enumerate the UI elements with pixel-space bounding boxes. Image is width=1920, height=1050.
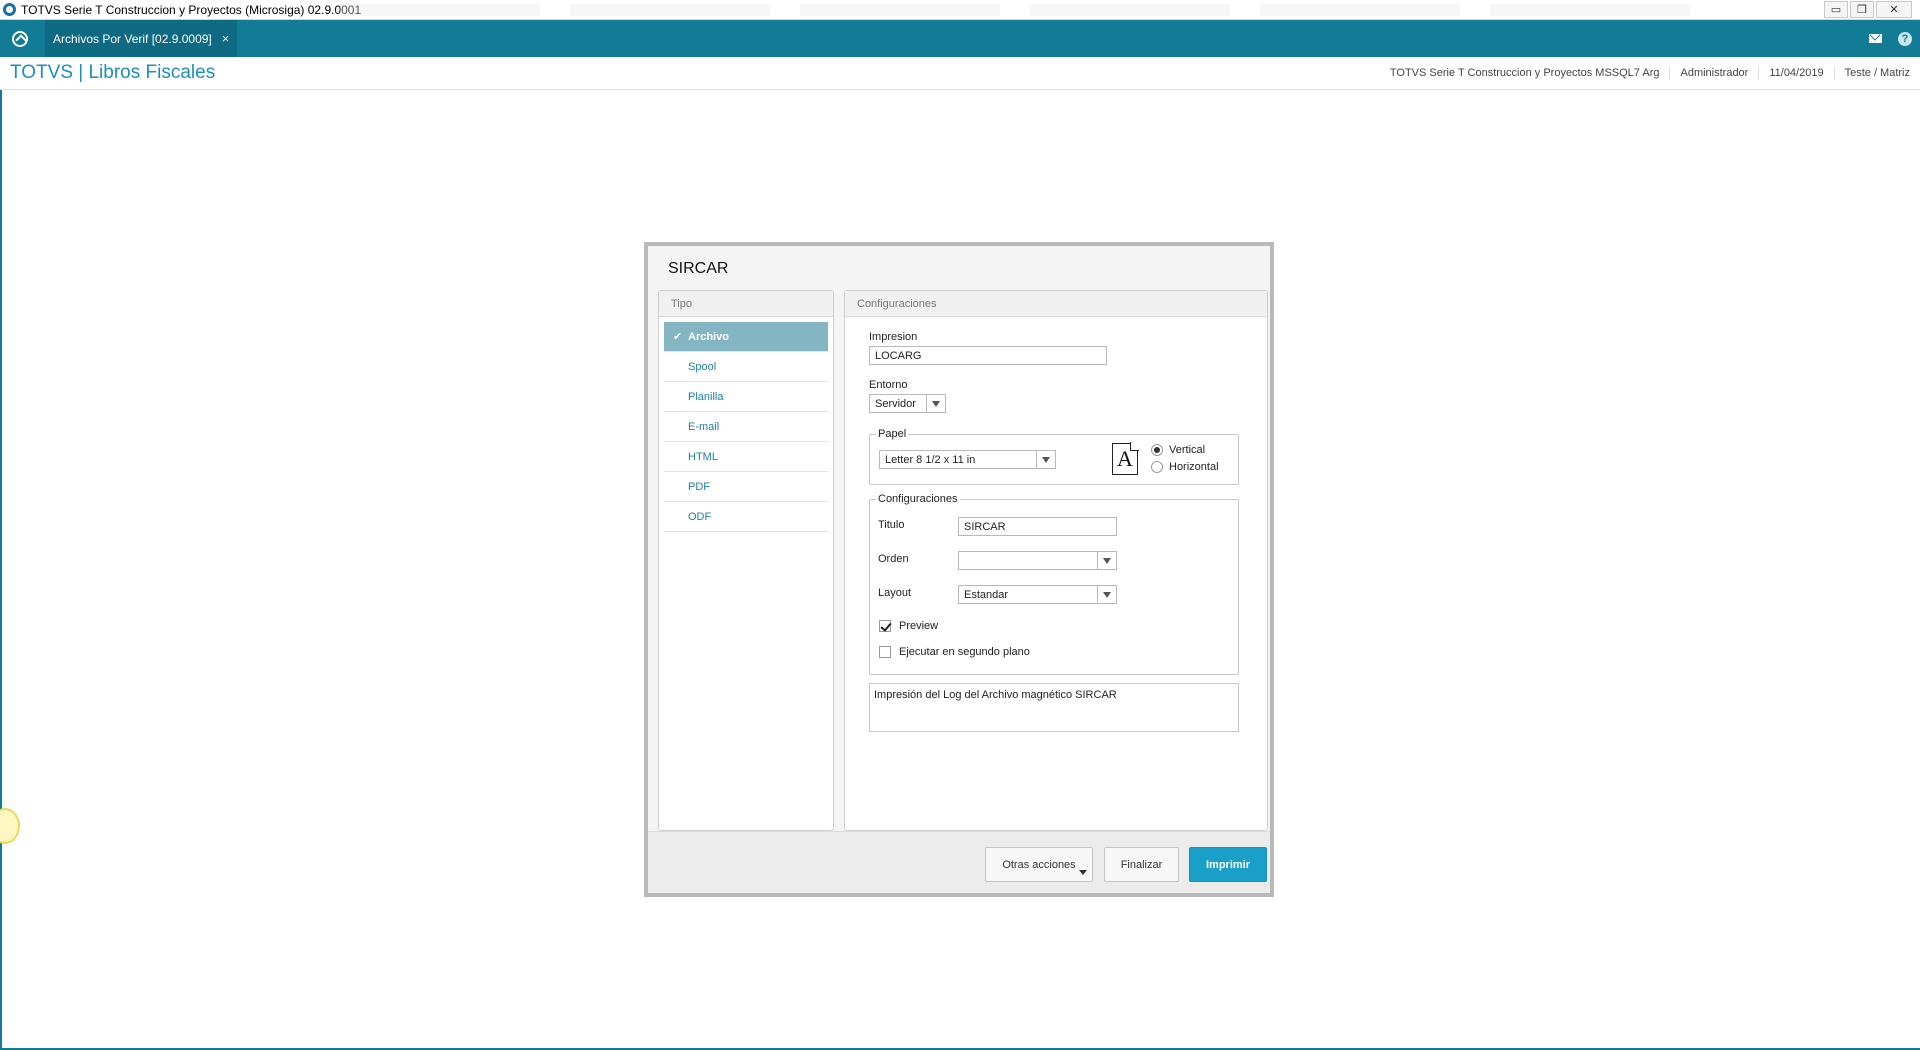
orden-select[interactable] <box>958 551 1117 570</box>
tab-label: Archivos Por Verif [02.9.0009] <box>53 31 212 46</box>
chevron-down-icon <box>1097 586 1116 603</box>
minimize-button[interactable]: ▭ <box>1824 1 1848 18</box>
configuraciones-legend: Configuraciones <box>876 493 960 505</box>
background-tab <box>1260 4 1460 16</box>
finalizar-button[interactable]: Finalizar <box>1104 847 1179 882</box>
dialog-footer: Otras acciones Finalizar Imprimir <box>648 831 1270 893</box>
help-icon: ? <box>1898 31 1912 46</box>
background-sun-icon <box>0 808 20 844</box>
configuraciones-group: Configuraciones Titulo SIRCAR Orden Layo… <box>869 493 1239 675</box>
horizontal-radio[interactable] <box>1151 461 1163 473</box>
chevron-down-icon <box>1036 451 1055 468</box>
vertical-label: Vertical <box>1169 444 1206 456</box>
titulo-label: Titulo <box>878 519 905 531</box>
paper-orientation-icon: A <box>1112 442 1139 475</box>
tab-archivos-por-verif[interactable]: Archivos Por Verif [02.9.0009] × <box>45 20 238 57</box>
tipo-item-email[interactable]: E-mail <box>664 412 828 442</box>
tipo-item-html[interactable]: HTML <box>664 442 828 472</box>
chevron-down-icon <box>1097 552 1116 569</box>
mail-button[interactable] <box>1860 20 1890 57</box>
layout-select[interactable]: Estandar <box>958 585 1117 604</box>
module-title: TOTVS | Libros Fiscales <box>10 62 216 83</box>
tipo-item-label: Spool <box>688 360 717 373</box>
tipo-item-label: HTML <box>688 450 718 463</box>
window-controls: ▭ ❐ ✕ <box>1824 1 1912 18</box>
tipo-item-label: ODF <box>688 510 712 523</box>
tipo-item-label: E-mail <box>688 420 720 433</box>
papel-size-value: Letter 8 1/2 x 11 in <box>885 453 976 466</box>
date-info: 11/04/2019 <box>1758 66 1833 80</box>
tipo-panel: Tipo ✔ Archivo Spool Planilla E-mail HTM… <box>658 290 834 831</box>
tab-close-icon[interactable]: × <box>222 31 230 46</box>
titulo-input[interactable]: SIRCAR <box>958 517 1117 536</box>
background-tab <box>1030 4 1230 16</box>
background-tab <box>1490 4 1690 16</box>
restore-button[interactable]: ❐ <box>1850 1 1874 18</box>
window-title: TOTVS Serie T Construccion y Proyectos (… <box>21 2 362 17</box>
tipo-item-spool[interactable]: Spool <box>664 352 828 382</box>
background-tab <box>570 4 770 16</box>
entorno-select[interactable]: Servidor <box>869 394 946 413</box>
check-icon: ✔ <box>673 331 683 343</box>
segundo-plano-checkbox[interactable] <box>879 646 891 658</box>
mail-icon <box>1868 34 1882 43</box>
chevron-down-icon <box>926 395 945 412</box>
help-button[interactable]: ? <box>1890 20 1920 57</box>
chevron-down-icon <box>1079 870 1087 875</box>
preview-checkbox[interactable] <box>879 620 891 632</box>
background-tab <box>340 4 540 16</box>
entorno-value: Servidor <box>875 397 916 410</box>
layout-label: Layout <box>878 587 912 599</box>
home-icon[interactable] <box>12 30 28 47</box>
imprimir-button[interactable]: Imprimir <box>1189 847 1267 882</box>
tipo-item-planilla[interactable]: Planilla <box>664 382 828 412</box>
company-info: TOTVS Serie T Construccion y Proyectos M… <box>1389 67 1660 79</box>
tipo-header: Tipo <box>659 291 833 317</box>
branch-info: Teste / Matriz <box>1833 66 1920 80</box>
user-info: Administrador <box>1669 66 1758 80</box>
configuraciones-header: Configuraciones <box>845 291 1267 317</box>
left-border <box>0 90 2 1050</box>
impresion-label: Impresion <box>869 331 918 343</box>
orden-label: Orden <box>878 553 909 565</box>
dialog-title: SIRCAR <box>668 260 729 277</box>
papel-legend: Papel <box>876 428 909 440</box>
tipo-item-label: PDF <box>688 480 710 493</box>
tipo-item-label: Planilla <box>688 390 724 403</box>
module-header: TOTVS | Libros Fiscales TOTVS Serie T Co… <box>0 57 1920 90</box>
background-tab <box>800 4 1000 16</box>
otras-acciones-button[interactable]: Otras acciones <box>985 847 1093 882</box>
app-logo-icon <box>3 3 16 16</box>
tipo-item-odf[interactable]: ODF <box>664 502 828 532</box>
impresion-input[interactable]: LOCARG <box>869 346 1107 365</box>
window-titlebar: TOTVS Serie T Construccion y Proyectos (… <box>0 0 1920 20</box>
description-box: Impresión del Log del Archivo magnético … <box>869 683 1239 732</box>
session-info: TOTVS Serie T Construccion y Proyectos M… <box>1380 57 1920 89</box>
horizontal-label: Horizontal <box>1169 461 1219 473</box>
navbar-actions: ? <box>1860 20 1920 57</box>
vertical-radio[interactable] <box>1151 444 1163 456</box>
tipo-item-pdf[interactable]: PDF <box>664 472 828 502</box>
preview-label: Preview <box>899 620 939 632</box>
tipo-list: ✔ Archivo Spool Planilla E-mail HTML PDF… <box>659 317 833 532</box>
segundo-plano-label: Ejecutar en segundo plano <box>899 646 1030 658</box>
layout-value: Estandar <box>964 588 1009 601</box>
configuraciones-panel: Configuraciones Impresion LOCARG Entorno… <box>844 290 1268 831</box>
background-taskbar-tabs <box>340 4 1690 20</box>
entorno-label: Entorno <box>869 379 908 391</box>
app-navbar: Archivos Por Verif [02.9.0009] × ? <box>0 20 1920 57</box>
otras-acciones-label: Otras acciones <box>1002 858 1076 871</box>
close-window-button[interactable]: ✕ <box>1876 1 1912 18</box>
tipo-item-label: Archivo <box>688 330 729 343</box>
papel-group: Papel Letter 8 1/2 x 11 in A Vertical Ho… <box>869 428 1239 485</box>
tipo-item-archivo[interactable]: ✔ Archivo <box>664 322 828 352</box>
print-dialog: SIRCAR Tipo ✔ Archivo Spool Planilla E-m… <box>644 242 1274 897</box>
papel-size-select[interactable]: Letter 8 1/2 x 11 in <box>879 450 1056 469</box>
